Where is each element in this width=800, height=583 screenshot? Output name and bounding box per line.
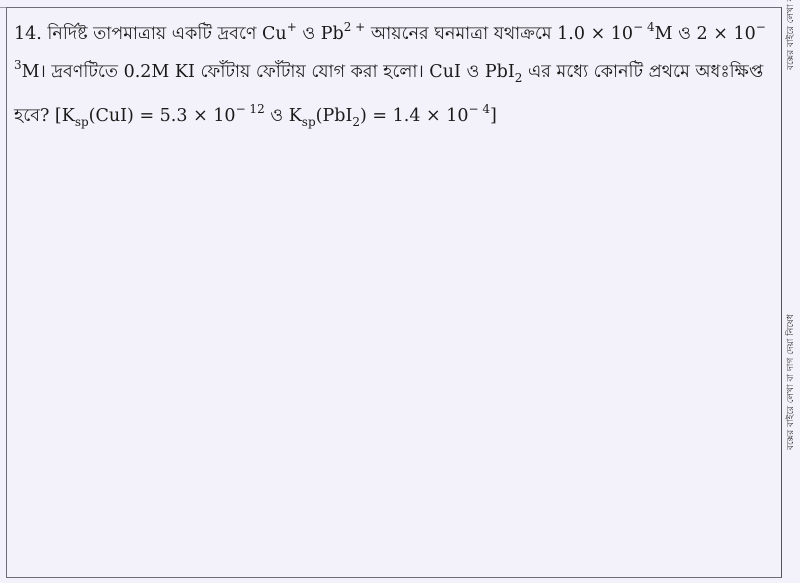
text: M। দ্রবণটিতে 0.2M KI ফোঁটায় ফোঁটায় যোগ…: [21, 62, 515, 82]
text: (PbI: [315, 106, 353, 126]
subscript: sp: [301, 115, 316, 129]
superscript: +: [286, 20, 297, 34]
text: ) = 1.4 × 10: [360, 106, 469, 126]
margin-note: বক্সের বাইরে লেখা বা দাগ দেয়া নিষেধ: [786, 314, 796, 450]
question-text: 14. নির্দিষ্ট তাপমাত্রায় একটি দ্রবণে Cu…: [14, 12, 776, 138]
superscript: − 12: [235, 102, 265, 116]
text: আয়নের ঘনমাত্রা যথাক্রমে 1.0 × 10: [365, 24, 634, 44]
superscript: − 4: [633, 20, 655, 34]
margin-note-top: বক্সের বাইরে লেখা ব: [786, 0, 796, 70]
superscript: − 4: [468, 102, 491, 116]
text: ও Pb: [296, 24, 344, 44]
subscript: 2: [352, 115, 360, 129]
text: ]: [490, 106, 497, 126]
superscript: 2 +: [343, 20, 366, 34]
question-number: 14.: [14, 24, 42, 44]
text: (CuI) = 5.3 × 10: [88, 106, 236, 126]
text: M ও 2 × 10: [654, 24, 756, 44]
text: ও K: [264, 106, 302, 126]
subscript: sp: [74, 115, 89, 129]
text: নির্দিষ্ট তাপমাত্রায় একটি দ্রবণে Cu: [47, 24, 287, 44]
